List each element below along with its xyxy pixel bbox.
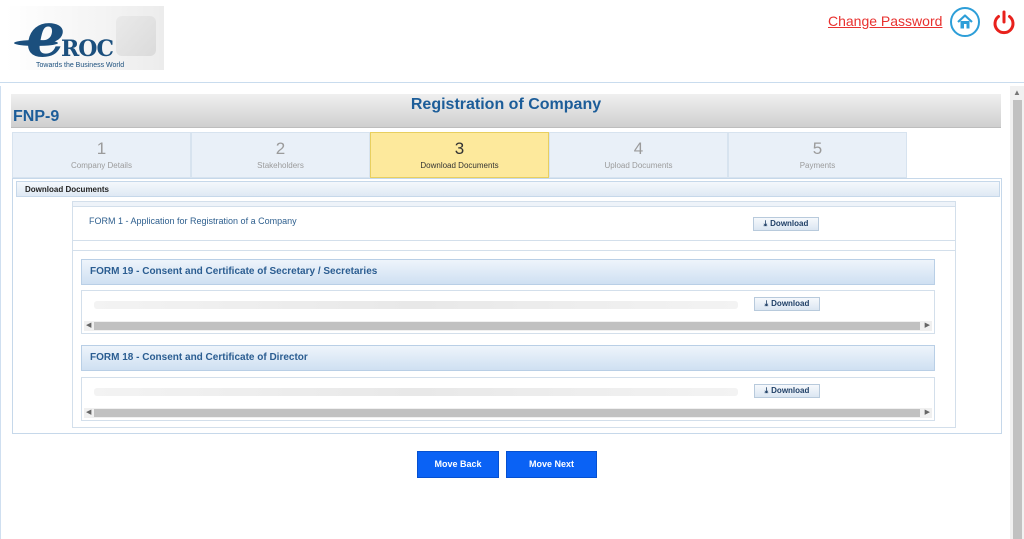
step-label: Stakeholders (257, 161, 304, 170)
download-label: Download (771, 299, 810, 308)
scroll-left-icon[interactable]: ◀ (86, 408, 91, 418)
title-bar: FNP-9 Registration of Company (11, 94, 1001, 128)
step-download-documents[interactable]: 3 Download Documents (370, 132, 549, 178)
wizard-steps: 1 Company Details 2 Stakeholders 3 Downl… (12, 132, 907, 178)
logo-decoration (116, 16, 156, 56)
download-documents-box: Download Documents FORM 1 - Application … (12, 178, 1002, 434)
form1-row: FORM 1 - Application for Registration of… (73, 207, 955, 241)
step-number: 3 (454, 139, 465, 158)
form18-body: ⤓ Download ◀ ▶ (81, 377, 935, 421)
step-number: 4 (633, 139, 644, 158)
form19-download-button[interactable]: ⤓ Download (754, 297, 820, 311)
download-icon: ⤓ (764, 299, 769, 308)
form1-download-button[interactable]: ⤓ Download (753, 217, 819, 231)
home-button[interactable] (950, 7, 980, 37)
logout-button[interactable] (989, 7, 1019, 37)
step-number: 2 (275, 139, 286, 158)
step-payments[interactable]: 5 Payments (728, 132, 907, 178)
form18-horizontal-scrollbar[interactable]: ◀ ▶ (84, 408, 932, 418)
change-password-link[interactable]: Change Password (828, 13, 942, 29)
header-divider (0, 82, 1024, 83)
step-label: Download Documents (420, 161, 499, 170)
page-title: Registration of Company (410, 96, 602, 113)
download-icon: ⤓ (764, 386, 769, 395)
main-panel: FNP-9 Registration of Company 1 Company … (0, 86, 1010, 539)
scrollbar-thumb[interactable] (94, 409, 920, 417)
form19-horizontal-scrollbar[interactable]: ◀ ▶ (84, 321, 932, 331)
divider-strip (73, 241, 955, 251)
step-company-details[interactable]: 1 Company Details (12, 132, 191, 178)
scroll-up-icon[interactable]: ▲ (1013, 88, 1021, 97)
move-back-button[interactable]: Move Back (417, 451, 499, 478)
eroc-logo: e ROC Towards the Business World (6, 0, 164, 71)
download-documents-header: Download Documents (16, 181, 1000, 197)
scroll-right-icon[interactable]: ▶ (925, 321, 930, 331)
form18-download-button[interactable]: ⤓ Download (754, 384, 820, 398)
download-label: Download (770, 219, 809, 228)
form19-header: FORM 19 - Consent and Certificate of Sec… (81, 259, 935, 285)
page-vertical-scrollbar[interactable]: ▲ (1010, 86, 1024, 539)
step-upload-documents[interactable]: 4 Upload Documents (549, 132, 728, 178)
step-number: 5 (812, 139, 823, 158)
scrollbar-thumb[interactable] (94, 322, 920, 330)
download-icon: ⤓ (763, 219, 768, 228)
form18-header: FORM 18 - Consent and Certificate of Dir… (81, 345, 935, 371)
home-icon (957, 14, 973, 29)
scrollbar-thumb[interactable] (1013, 100, 1022, 539)
logo-e: e (26, 0, 66, 71)
step-label: Payments (799, 161, 836, 170)
logo-tagline: Towards the Business World (36, 62, 125, 69)
form18-filename-redacted (94, 388, 738, 396)
power-icon (993, 10, 1015, 35)
form19-body: ⤓ Download ◀ ▶ (81, 290, 935, 334)
form1-title: FORM 1 - Application for Registration of… (89, 216, 297, 226)
documents-list: FORM 1 - Application for Registration of… (72, 201, 956, 428)
move-next-button[interactable]: Move Next (506, 451, 597, 478)
step-label: Company Details (71, 161, 132, 170)
form19-filename-redacted (94, 301, 738, 309)
scroll-right-icon[interactable]: ▶ (925, 408, 930, 418)
step-number: 1 (96, 139, 107, 158)
download-label: Download (771, 386, 810, 395)
step-stakeholders[interactable]: 2 Stakeholders (191, 132, 370, 178)
logo-roc: ROC (61, 36, 114, 62)
scroll-left-icon[interactable]: ◀ (86, 321, 91, 331)
step-label: Upload Documents (604, 161, 673, 170)
